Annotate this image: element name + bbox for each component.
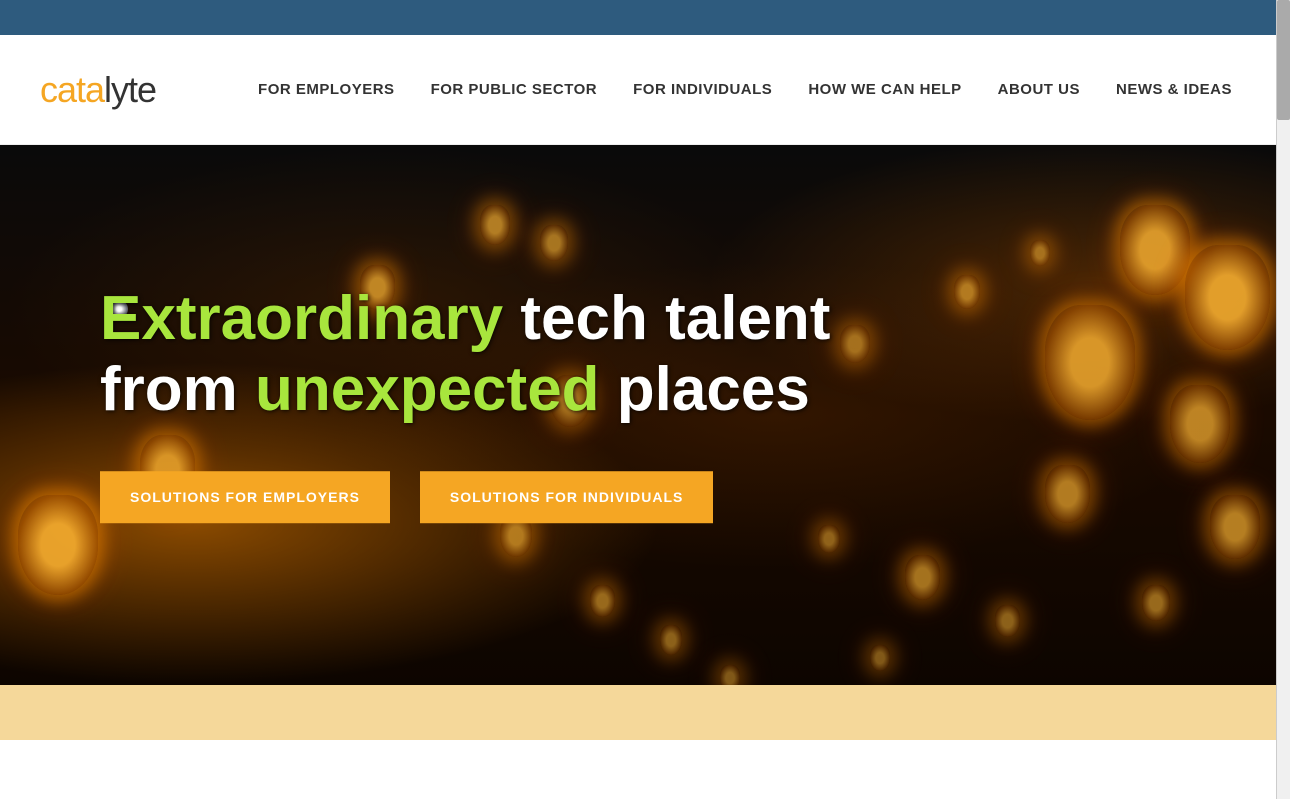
logo-part2: lyte	[104, 69, 156, 110]
lantern-13	[1045, 305, 1135, 420]
headline-word-unexpected: unexpected	[255, 356, 600, 425]
lantern-18	[1142, 585, 1170, 621]
lantern-10	[720, 665, 740, 685]
lantern-23	[954, 275, 980, 309]
nav-for-employers[interactable]: FOR EMPLOYERS	[240, 73, 413, 106]
lantern-11	[1120, 205, 1190, 295]
scrollbar[interactable]	[1276, 0, 1290, 799]
headline-word-extraordinary: Extraordinary	[100, 284, 503, 353]
lantern-16	[1210, 495, 1260, 559]
lantern-12	[1185, 245, 1270, 350]
hero-headline: Extraordinary tech talent from unexpecte…	[100, 283, 830, 426]
top-bar	[0, 0, 1290, 35]
bottom-section	[0, 685, 1290, 740]
nav-news-ideas[interactable]: NEWS & IDEAS	[1098, 73, 1250, 106]
hero-section: Extraordinary tech talent from unexpecte…	[0, 145, 1290, 685]
lantern-4	[480, 205, 510, 245]
lantern-22	[840, 325, 870, 363]
lantern-17	[905, 555, 940, 600]
nav-for-public-sector[interactable]: FOR PUBLIC SECTOR	[413, 73, 616, 106]
header: catalyte FOR EMPLOYERS FOR PUBLIC SECTOR…	[0, 35, 1290, 145]
lantern-19	[995, 605, 1020, 637]
solutions-for-employers-button[interactable]: SOLUTIONS FOR EMPLOYERS	[100, 471, 390, 523]
lantern-21	[818, 525, 840, 553]
headline-word-tech-talent: tech talent	[503, 284, 830, 353]
nav-how-we-can-help[interactable]: HOW WE CAN HELP	[790, 73, 979, 106]
nav-for-individuals[interactable]: FOR INDIVIDUALS	[615, 73, 790, 106]
logo[interactable]: catalyte	[40, 69, 156, 111]
scrollbar-thumb[interactable]	[1277, 0, 1290, 120]
lantern-9	[660, 625, 682, 655]
lantern-24	[1030, 240, 1050, 266]
lantern-15	[1045, 465, 1090, 523]
lantern-1	[18, 495, 98, 595]
nav-about-us[interactable]: ABOUT US	[980, 73, 1098, 106]
hero-buttons: SOLUTIONS FOR EMPLOYERS SOLUTIONS FOR IN…	[100, 471, 830, 523]
lantern-14	[1170, 385, 1230, 463]
lantern-8	[590, 585, 615, 617]
hero-content: Extraordinary tech talent from unexpecte…	[100, 283, 830, 523]
headline-word-from: from	[100, 356, 255, 425]
solutions-for-individuals-button[interactable]: SOLUTIONS FOR INDIVIDUALS	[420, 471, 713, 523]
main-nav: FOR EMPLOYERS FOR PUBLIC SECTOR FOR INDI…	[216, 73, 1250, 106]
lantern-20	[870, 645, 890, 671]
lantern-5	[540, 225, 568, 261]
headline-word-places: places	[600, 356, 810, 425]
logo-part1: cata	[40, 69, 104, 110]
